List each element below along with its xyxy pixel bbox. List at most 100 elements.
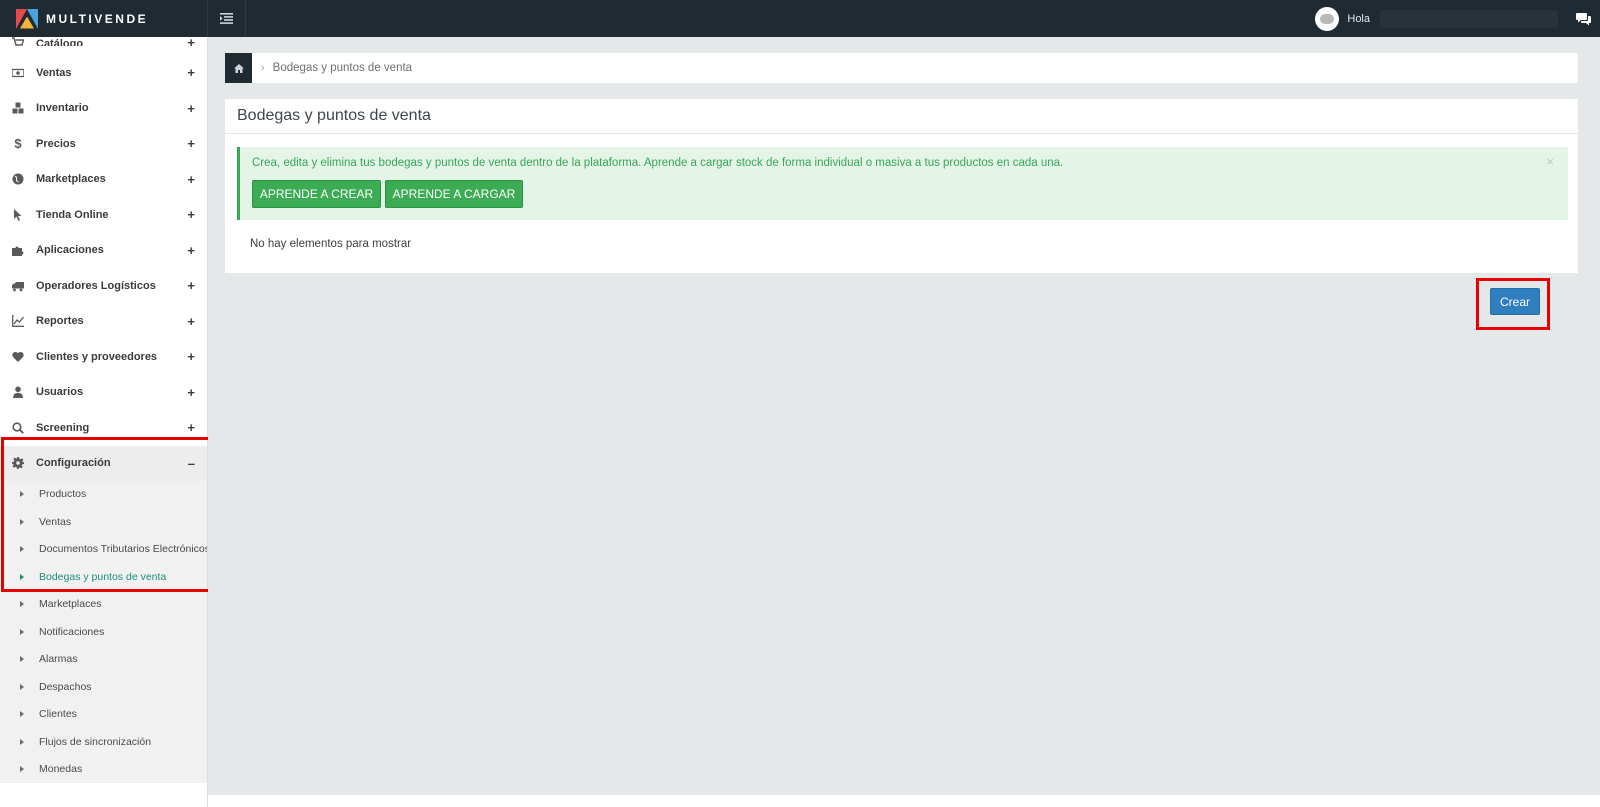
caret-right-icon xyxy=(20,601,24,608)
submenu-item-label: Clientes xyxy=(39,708,77,721)
user-icon xyxy=(10,385,26,399)
sidebar-item-configuracion[interactable]: Configuración – xyxy=(0,445,207,481)
submenu-item-bodegas[interactable]: Bodegas y puntos de venta xyxy=(0,563,207,591)
truck-icon xyxy=(10,279,26,293)
collapse-icon: – xyxy=(187,455,195,471)
puzzle-icon xyxy=(10,243,26,257)
sidebar-item-label: Configuración xyxy=(36,457,111,469)
sidebar-item-label: Inventario xyxy=(36,102,89,115)
expand-icon: + xyxy=(187,242,195,258)
main-content: › Bodegas y puntos de venta Bodegas y pu… xyxy=(208,37,1600,807)
submenu-item-label: Marketplaces xyxy=(39,598,102,611)
expand-icon: + xyxy=(187,313,195,329)
brand[interactable]: MULTIVENDE xyxy=(0,0,208,37)
expand-icon: + xyxy=(187,207,195,223)
submenu-item-label: Bodegas y puntos de venta xyxy=(39,570,167,583)
user-name-blurred[interactable] xyxy=(1380,9,1558,28)
sidebar-item-tienda-online[interactable]: Tienda Online + xyxy=(0,197,207,233)
submenu-item-label: Despachos xyxy=(39,680,92,693)
heart-icon xyxy=(10,350,26,364)
submenu-item-clientes[interactable]: Clientes xyxy=(0,701,207,729)
caret-right-icon xyxy=(20,766,24,773)
close-icon[interactable]: × xyxy=(1546,154,1554,169)
dollar-icon: $ xyxy=(14,136,22,152)
submenu-item-flujos-sincronizacion[interactable]: Flujos de sincronización xyxy=(0,728,207,756)
submenu-item-label: Alarmas xyxy=(39,653,78,666)
expand-icon: + xyxy=(187,37,195,46)
submenu-item-notificaciones[interactable]: Notificaciones xyxy=(0,618,207,646)
sidebar-item-usuarios[interactable]: Usuarios + xyxy=(0,375,207,411)
submenu-item-label: Notificaciones xyxy=(39,625,105,638)
brand-name: MULTIVENDE xyxy=(46,11,149,26)
submenu-item-label: Flujos de sincronización xyxy=(39,735,152,748)
sidebar-item-label: Reportes xyxy=(36,315,84,328)
submenu-item-documentos-tributarios[interactable]: Documentos Tributarios Electrónicos xyxy=(0,536,207,564)
page-title: Bodegas y puntos de venta xyxy=(225,99,1578,134)
sidebar-item-aplicaciones[interactable]: Aplicaciones + xyxy=(0,233,207,269)
breadcrumb-separator: › xyxy=(261,62,265,74)
greeting-text: Hola xyxy=(1347,12,1370,25)
submenu-item-alarmas[interactable]: Alarmas xyxy=(0,646,207,674)
caret-right-icon xyxy=(20,656,24,663)
sidebar-item-label: Screening xyxy=(36,421,90,434)
breadcrumb: › Bodegas y puntos de venta xyxy=(225,53,1578,83)
caret-right-icon xyxy=(20,711,24,718)
avatar[interactable] xyxy=(1315,6,1340,31)
expand-icon: + xyxy=(187,171,195,187)
sidebar-item-label: Tienda Online xyxy=(36,208,109,221)
sidebar-item-label: Clientes y proveedores xyxy=(36,350,158,363)
sidebar-item-label: Aplicaciones xyxy=(36,244,104,257)
create-button[interactable]: Crear xyxy=(1490,288,1540,315)
submenu-item-label: Ventas xyxy=(39,515,72,528)
footer-strip xyxy=(208,795,1600,807)
submenu-item-ventas[interactable]: Ventas xyxy=(0,508,207,536)
submenu-item-label: Productos xyxy=(39,488,87,501)
search-icon xyxy=(10,421,26,435)
alert-text: Crea, edita y elimina tus bodegas y punt… xyxy=(252,157,1064,169)
chat-icon[interactable] xyxy=(1576,12,1592,26)
sidebar-item-clientes-proveedores[interactable]: Clientes y proveedores + xyxy=(0,339,207,375)
line-chart-icon xyxy=(10,314,26,328)
indent-menu-icon xyxy=(220,13,233,24)
sidebar-toggle-button[interactable] xyxy=(208,0,246,37)
sidebar-item-label: Ventas xyxy=(36,66,72,79)
sidebar-item-precios[interactable]: $ Precios + xyxy=(0,126,207,162)
sidebar-item-reportes[interactable]: Reportes + xyxy=(0,304,207,340)
learn-create-button[interactable]: APRENDE A CREAR xyxy=(252,180,381,208)
submenu-item-despachos[interactable]: Despachos xyxy=(0,673,207,701)
learn-load-button[interactable]: APRENDE A CARGAR xyxy=(385,180,523,208)
sidebar-item-marketplaces[interactable]: Marketplaces + xyxy=(0,162,207,198)
user-area: Hola xyxy=(1315,0,1600,37)
money-icon xyxy=(10,66,26,80)
expand-icon: + xyxy=(187,100,195,116)
submenu-item-label: Monedas xyxy=(39,763,83,776)
sidebar-item-label: Usuarios xyxy=(36,386,84,399)
brand-logo-icon xyxy=(16,8,38,29)
sidebar-item-inventario[interactable]: Inventario + xyxy=(0,91,207,127)
sidebar-item-label: Marketplaces xyxy=(36,173,106,186)
breadcrumb-home-button[interactable] xyxy=(225,53,252,83)
bodegas-panel: Bodegas y puntos de venta Crea, edita y … xyxy=(225,99,1578,273)
submenu-item-label: Documentos Tributarios Electrónicos xyxy=(39,543,208,556)
home-icon xyxy=(233,63,244,73)
caret-right-icon xyxy=(20,546,24,553)
sidebar-item-operadores-logisticos[interactable]: Operadores Logísticos + xyxy=(0,268,207,304)
top-navbar: MULTIVENDE Hola xyxy=(0,0,1600,37)
caret-right-icon xyxy=(20,738,24,745)
breadcrumb-current: Bodegas y puntos de venta xyxy=(272,62,413,74)
expand-icon: + xyxy=(187,384,195,400)
expand-icon: + xyxy=(187,420,195,436)
sidebar-item-label: Catálogo xyxy=(36,38,84,46)
sidebar-item-label: Operadores Logísticos xyxy=(36,279,156,292)
submenu-item-productos[interactable]: Productos xyxy=(0,481,207,509)
gear-icon xyxy=(10,456,26,470)
sidebar-item-ventas[interactable]: Ventas + xyxy=(0,55,207,91)
submenu-item-marketplaces[interactable]: Marketplaces xyxy=(0,591,207,619)
sidebar-item-catalogo[interactable]: Catálogo + xyxy=(0,37,207,46)
submenu-item-monedas[interactable]: Monedas xyxy=(0,756,207,784)
sidebar-item-screening[interactable]: Screening + xyxy=(0,410,207,446)
expand-icon: + xyxy=(187,65,195,81)
caret-right-icon xyxy=(20,573,24,580)
caret-right-icon xyxy=(20,683,24,690)
caret-right-icon xyxy=(20,628,24,635)
